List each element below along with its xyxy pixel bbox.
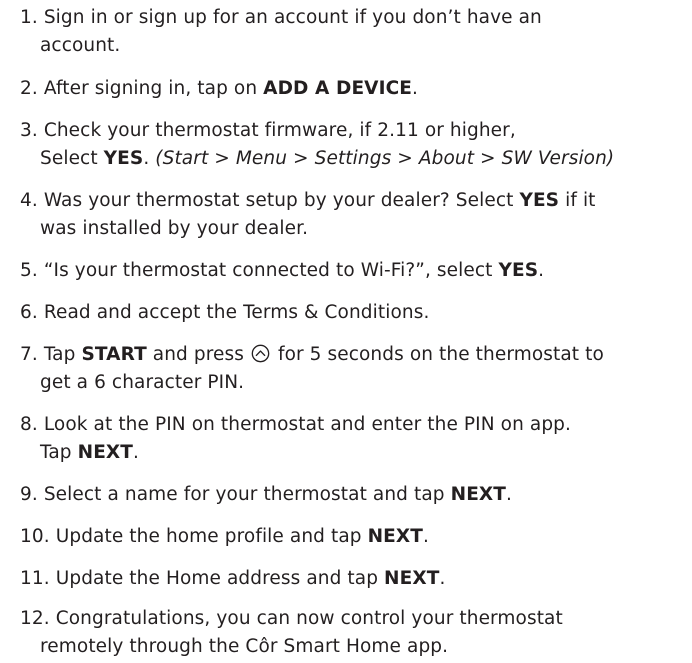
step-text: Check your thermostat firmware, if 2.11 … [43,120,516,141]
step-4: 4. Was your thermostat setup by your dea… [20,187,688,243]
step-number: 8. [20,414,38,435]
step-number: 7. [20,344,38,365]
step-text: Congratulations, you can now control you… [55,608,563,629]
step-number: 6. [20,302,38,323]
next-label: NEXT [450,484,507,505]
step-text-continued: was installed by your dealer. [40,218,309,239]
step-2: 2. After signing in, tap on ADD A DEVICE… [20,75,688,103]
step-text: Sign in or sign up for an account if you… [43,7,542,28]
step-number: 4. [20,190,38,211]
step-text-continued: account. [40,35,121,56]
step-number: 2. [20,78,38,99]
step-text: Look at the PIN on thermostat and enter … [43,414,571,435]
step-number: 9. [20,484,38,505]
step-12: 12. Congratulations, you can now control… [20,605,688,661]
add-a-device-label: ADD A DEVICE [263,78,412,99]
step-text: Read and accept the Terms & Conditions. [43,302,430,323]
next-label: NEXT [384,568,440,589]
start-label: START [81,344,147,365]
step-9: 9. Select a name for your thermostat and… [20,481,688,509]
step-number: 11. [20,568,50,589]
step-text: Select a name for your thermostat and ta… [43,484,445,505]
step-8: 8. Look at the PIN on thermostat and ent… [20,411,688,467]
step-number: 1. [20,7,38,28]
yes-label: YES [103,148,144,169]
step-text: “Is your thermostat connected to Wi-Fi?”… [43,260,493,281]
yes-label: YES [519,190,560,211]
firmware-menu-path: (Start > Menu > Settings > About > SW Ve… [155,148,615,169]
step-10: 10. Update the home profile and tap NEXT… [20,523,688,551]
yes-label: YES [498,260,539,281]
step-text-continued: get a 6 character PIN. [40,372,245,393]
step-text-continued: remotely through the Côr Smart Home app. [40,636,449,657]
step-3: 3. Check your thermostat firmware, if 2.… [20,117,688,173]
step-number: 10. [20,526,50,547]
step-text: Update the home profile and tap [55,526,362,547]
step-number: 3. [20,120,38,141]
step-text: Update the Home address and tap [55,568,379,589]
next-label: NEXT [77,442,134,463]
step-number: 5. [20,260,38,281]
next-label: NEXT [367,526,423,547]
step-6: 6. Read and accept the Terms & Condition… [20,299,688,327]
step-7: 7. Tap START and press for 5 seconds on … [20,341,688,397]
step-text: After signing in, tap on [43,78,258,99]
up-chevron-circle-icon [251,344,270,363]
step-1: 1. Sign in or sign up for an account if … [20,4,688,60]
step-11: 11. Update the Home address and tap NEXT… [20,565,688,593]
step-5: 5. “Is your thermostat connected to Wi-F… [20,257,688,285]
step-number: 12. [20,608,50,629]
